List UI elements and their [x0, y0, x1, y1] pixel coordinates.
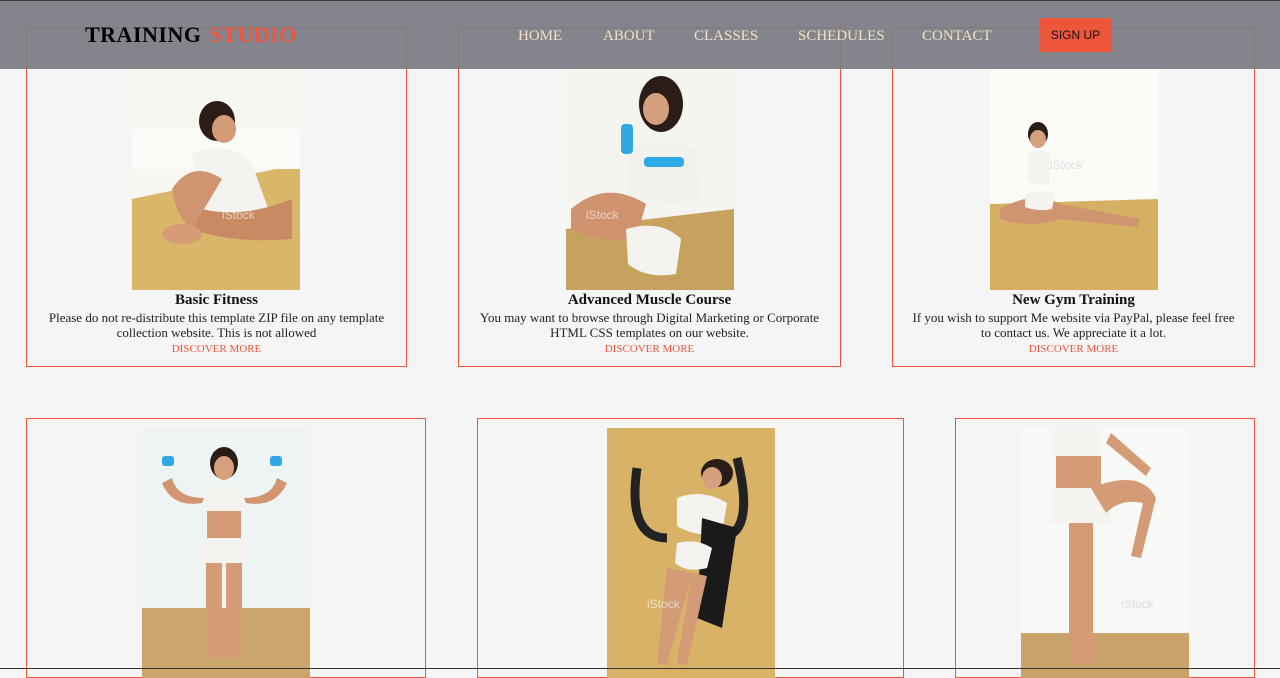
class-photo: iStock	[132, 69, 300, 290]
class-photo: iStock	[607, 428, 775, 678]
card-title: Advanced Muscle Course	[567, 292, 732, 308]
svg-text:iStock: iStock	[1050, 158, 1084, 172]
card-description: Please do not re-distribute this templat…	[48, 310, 385, 340]
card-title: New Gym Training	[1012, 292, 1135, 308]
card-description: You may want to browse through Digital M…	[479, 310, 820, 340]
site-logo[interactable]: TRAINING STUDIO	[85, 22, 297, 48]
logo-text-accent: STUDIO	[209, 22, 297, 47]
class-photo: iStock	[1021, 428, 1189, 678]
top-navbar: TRAINING STUDIO HOME ABOUT CLASSES SCHEDU…	[0, 0, 1280, 69]
nav-contact[interactable]: CONTACT	[922, 28, 992, 45]
class-card-4	[26, 418, 426, 678]
class-photo: iStock	[566, 69, 734, 290]
class-card-5: iStock	[477, 418, 904, 678]
card-description: If you wish to support Me website via Pa…	[912, 310, 1235, 340]
svg-text:iStock: iStock	[647, 597, 681, 611]
class-card-advanced-muscle: iStock Advanced Muscle Course You may wa…	[458, 27, 841, 367]
class-card-new-gym: iStock New Gym Training If you wish to s…	[892, 27, 1255, 367]
nav-about[interactable]: ABOUT	[603, 28, 655, 45]
class-photo	[142, 428, 310, 678]
class-card-6: iStock	[955, 418, 1255, 678]
discover-more-link[interactable]: DISCOVER MORE	[893, 343, 1254, 355]
svg-text:iStock: iStock	[586, 208, 620, 222]
nav-home[interactable]: HOME	[518, 28, 562, 45]
logo-text-main: TRAINING	[85, 22, 202, 47]
nav-classes[interactable]: CLASSES	[694, 28, 758, 45]
discover-more-link[interactable]: DISCOVER MORE	[27, 343, 406, 355]
sign-up-button[interactable]: SIGN UP	[1040, 18, 1111, 52]
discover-more-link[interactable]: DISCOVER MORE	[459, 343, 840, 355]
nav-schedules[interactable]: SCHEDULES	[798, 28, 885, 45]
svg-text:iStock: iStock	[1121, 597, 1155, 611]
card-title: Basic Fitness	[175, 292, 258, 308]
class-card-basic-fitness: iStock Basic Fitness Please do not re-di…	[26, 27, 407, 367]
class-photo: iStock	[990, 69, 1158, 290]
svg-text:iStock: iStock	[222, 208, 256, 222]
